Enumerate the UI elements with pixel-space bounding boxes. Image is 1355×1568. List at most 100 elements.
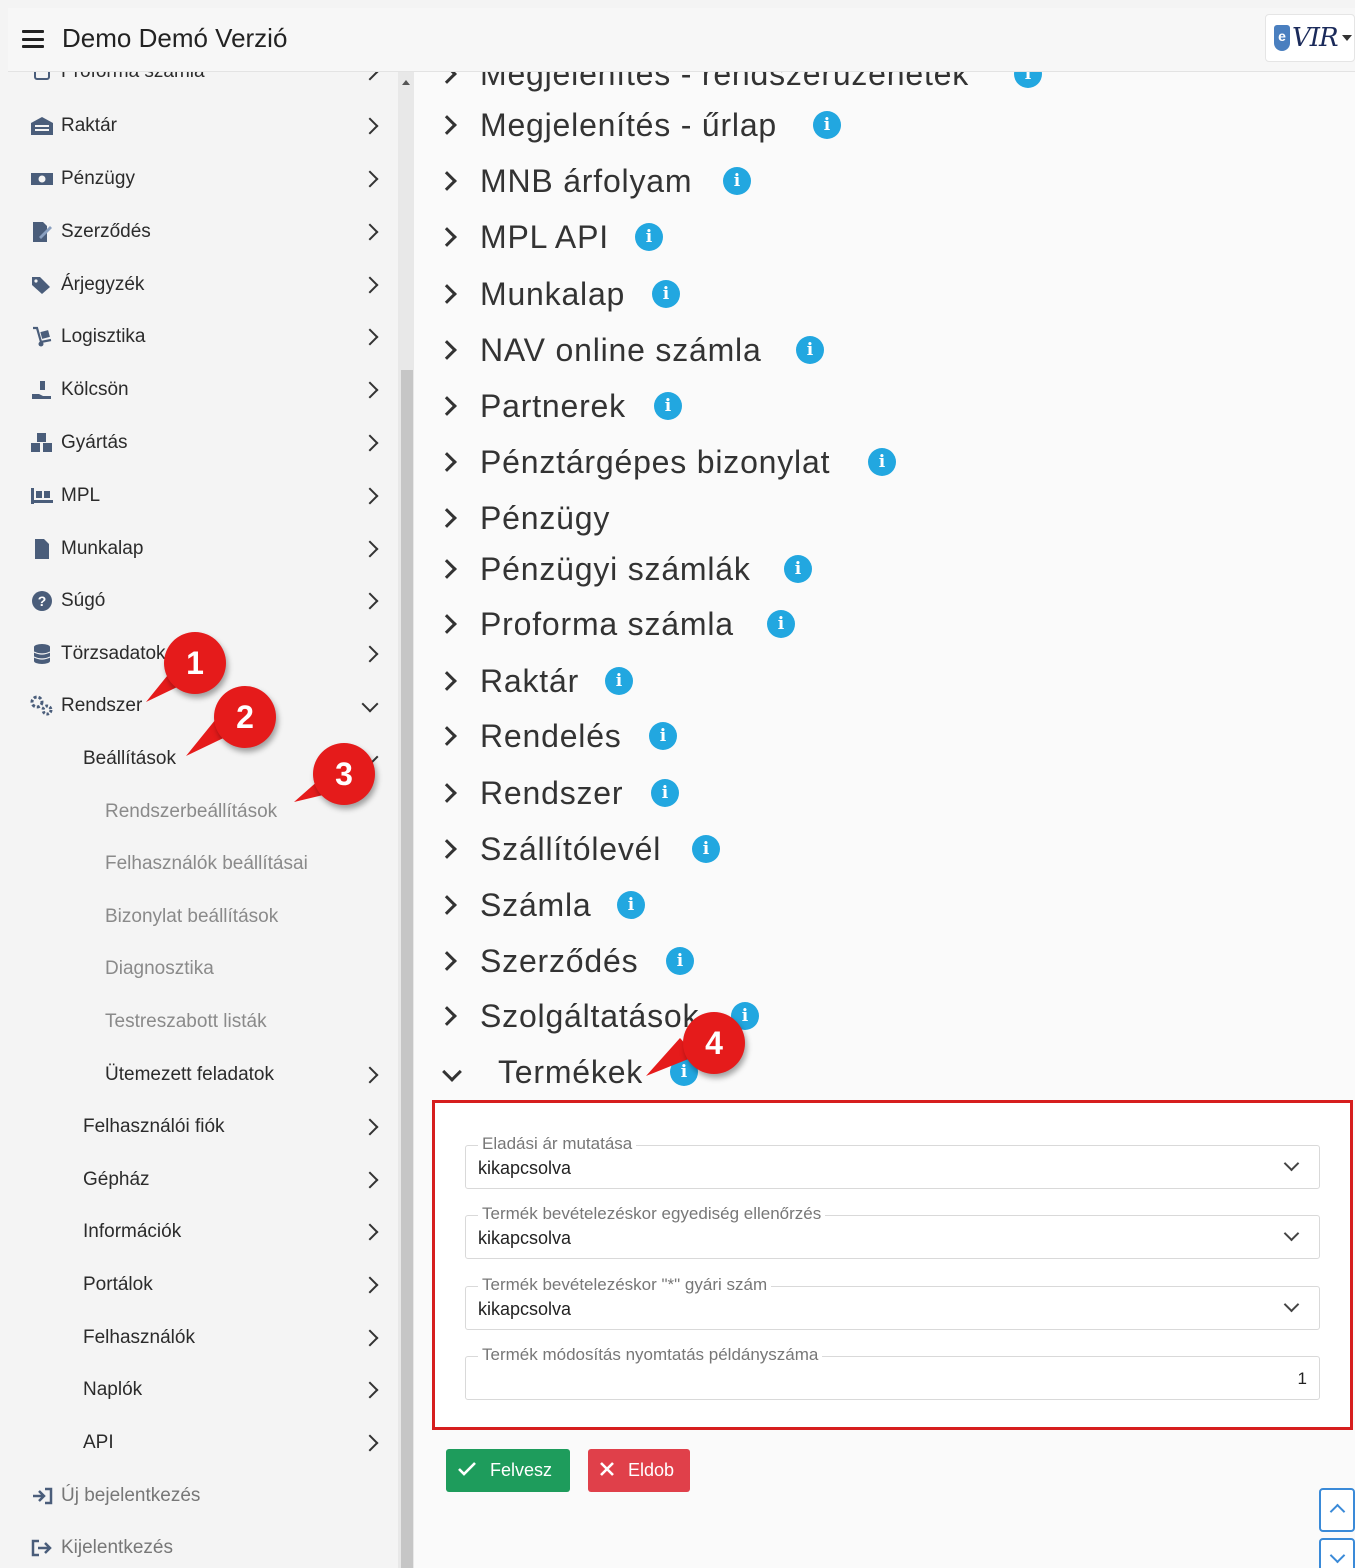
chevron-right-icon	[437, 508, 457, 528]
info-icon[interactable]: i	[651, 779, 679, 807]
sidebar-item-naplok[interactable]: Naplók	[8, 1370, 398, 1410]
accordion-label: Számla	[480, 886, 592, 923]
sidebar-item-proforma[interactable]: Proforma számla	[8, 72, 398, 92]
info-icon[interactable]: i	[649, 722, 677, 750]
sidebar-item-felhasznalok[interactable]: Felhasználók	[8, 1318, 398, 1358]
sidebar-item-arjegyzek[interactable]: Árjegyzék	[8, 265, 398, 305]
chevron-right-icon	[361, 434, 379, 452]
field-value: kikapcsolva	[478, 1158, 572, 1178]
sidebar-item-kijelentkezes[interactable]: Kijelentkezés	[8, 1528, 398, 1568]
scroll-to-top-button[interactable]	[1319, 1488, 1355, 1532]
svg-text:?: ?	[38, 593, 47, 609]
sidebar-item-penzugy[interactable]: Pénzügy	[8, 159, 398, 199]
chevron-right-icon	[437, 614, 457, 634]
eladasi-ar-select[interactable]: Eladási ár mutatása kikapcsolva	[465, 1134, 1320, 1189]
sidebar-item-felhasznalok-beallitasai[interactable]: Felhasználók beállításai	[8, 844, 398, 884]
accordion-label: Pénztárgépes bizonylat	[480, 443, 831, 480]
sidebar-item-label: Szerződés	[61, 221, 151, 242]
sidebar-item-label: Felhasználók	[83, 1327, 195, 1348]
tags-icon	[30, 273, 54, 297]
gyari-szam-select[interactable]: Termék bevételezéskor "*" gyári szám kik…	[465, 1275, 1320, 1330]
chevron-right-icon	[437, 284, 457, 304]
sidebar-item-label: Rendszer	[61, 695, 143, 716]
database-icon	[30, 642, 54, 666]
info-icon[interactable]: i	[723, 167, 751, 195]
chevron-down-icon	[1329, 1547, 1346, 1564]
chevron-right-icon	[361, 381, 379, 399]
eldob-button[interactable]: Eldob	[588, 1449, 690, 1492]
sidebar-item-raktar[interactable]: Raktár	[8, 106, 398, 146]
sidebar-item-label: Új bejelentkezés	[61, 1485, 201, 1506]
info-icon[interactable]: i	[654, 392, 682, 420]
accordion-label: Raktár	[480, 662, 580, 699]
info-icon[interactable]: i	[692, 835, 720, 863]
callout-badge: 4	[683, 1012, 745, 1074]
sidebar-item-bizonylat-beallitasok[interactable]: Bizonylat beállítások	[8, 897, 398, 937]
sidebar-item-label: Gépház	[83, 1169, 150, 1190]
sidebar-item-munkalap[interactable]: Munkalap	[8, 529, 398, 569]
sidebar-item-logisztika[interactable]: Logisztika	[8, 317, 398, 357]
sidebar-item-gyartas[interactable]: Gyártás	[8, 423, 398, 463]
sidebar-item-portalok[interactable]: Portálok	[8, 1265, 398, 1305]
sidebar-item-label: MPL	[61, 485, 101, 506]
app-title: Demo Demó Verzió	[62, 23, 288, 53]
warehouse-icon	[30, 114, 54, 138]
sidebar-item-sugo[interactable]: ? Súgó	[8, 581, 398, 621]
sidebar-item-api[interactable]: API	[8, 1423, 398, 1463]
file-icon	[30, 537, 54, 561]
info-icon[interactable]: i	[652, 280, 680, 308]
chevron-down-icon	[1283, 1225, 1300, 1242]
chevron-down-icon	[1283, 1155, 1300, 1172]
sidebar-item-felhasznaloi-fiok[interactable]: Felhasználói fiók	[8, 1107, 398, 1147]
accordion-label: Rendelés	[480, 717, 622, 754]
caret-down-icon	[1342, 35, 1352, 41]
sidebar-item-label: Munkalap	[61, 538, 144, 559]
info-icon[interactable]: i	[617, 891, 645, 919]
sidebar-item-uj-bejelentkezes[interactable]: Új bejelentkezés	[8, 1476, 398, 1516]
info-icon[interactable]: i	[635, 223, 663, 251]
info-icon[interactable]: i	[767, 610, 795, 638]
cubes-icon	[30, 431, 54, 455]
sidebar-item-mpl[interactable]: MPL	[8, 476, 398, 516]
info-icon[interactable]: i	[868, 448, 896, 476]
sidebar-item-label: Kölcsön	[61, 379, 129, 400]
accordion-label: NAV online számla	[480, 331, 762, 368]
chevron-right-icon	[361, 1381, 379, 1399]
scroll-up-arrow-icon[interactable]	[402, 80, 410, 85]
document-icon	[30, 72, 54, 84]
chevron-right-icon	[437, 340, 457, 360]
sidebar-item-utemezett-feladatok[interactable]: Ütemezett feladatok	[8, 1055, 398, 1095]
sidebar-item-kolcson[interactable]: Kölcsön	[8, 370, 398, 410]
sidebar-scrollbar-thumb[interactable]	[401, 370, 413, 1568]
info-icon[interactable]: i	[813, 111, 841, 139]
money-icon	[30, 167, 54, 191]
info-icon[interactable]: i	[796, 336, 824, 364]
question-icon: ?	[30, 589, 54, 613]
field-label: Termék módosítás nyomtatás példányszáma	[478, 1345, 823, 1365]
logo-dropdown[interactable]: e VIR	[1265, 14, 1355, 62]
accordion-label: MNB árfolyam	[480, 162, 693, 199]
accordion-label: Pénzügy	[480, 499, 611, 536]
felvesz-button[interactable]: Felvesz	[446, 1449, 570, 1492]
chevron-right-icon	[361, 592, 379, 610]
sidebar-item-label: Testreszabott listák	[105, 1011, 267, 1032]
info-icon[interactable]: i	[784, 555, 812, 583]
sidebar-item-gephaz[interactable]: Gépház	[8, 1160, 398, 1200]
nyomtatas-peldanyszam-input[interactable]: Termék módosítás nyomtatás példányszáma …	[465, 1345, 1320, 1400]
scroll-to-bottom-button[interactable]	[1319, 1538, 1355, 1568]
sidebar-item-informaciok[interactable]: Információk	[8, 1212, 398, 1252]
chevron-right-icon	[437, 559, 457, 579]
chevron-right-icon	[361, 328, 379, 346]
sidebar-item-szerzodes[interactable]: Szerződés	[8, 212, 398, 252]
info-icon[interactable]: i	[666, 947, 694, 975]
sidebar-item-testreszabott-listak[interactable]: Testreszabott listák	[8, 1002, 398, 1042]
sidebar-item-label: Felhasználói fiók	[83, 1116, 225, 1137]
menu-icon[interactable]	[22, 30, 44, 48]
chevron-down-icon	[442, 1062, 462, 1082]
chevron-down-icon	[361, 695, 379, 713]
chevron-down-icon	[1283, 1296, 1300, 1313]
info-icon[interactable]: i	[605, 667, 633, 695]
sidebar-item-diagnosztika[interactable]: Diagnosztika	[8, 949, 398, 989]
egyediseg-ellenorzes-select[interactable]: Termék bevételezéskor egyediség ellenőrz…	[465, 1204, 1320, 1259]
sidebar-item-label: API	[83, 1432, 114, 1453]
